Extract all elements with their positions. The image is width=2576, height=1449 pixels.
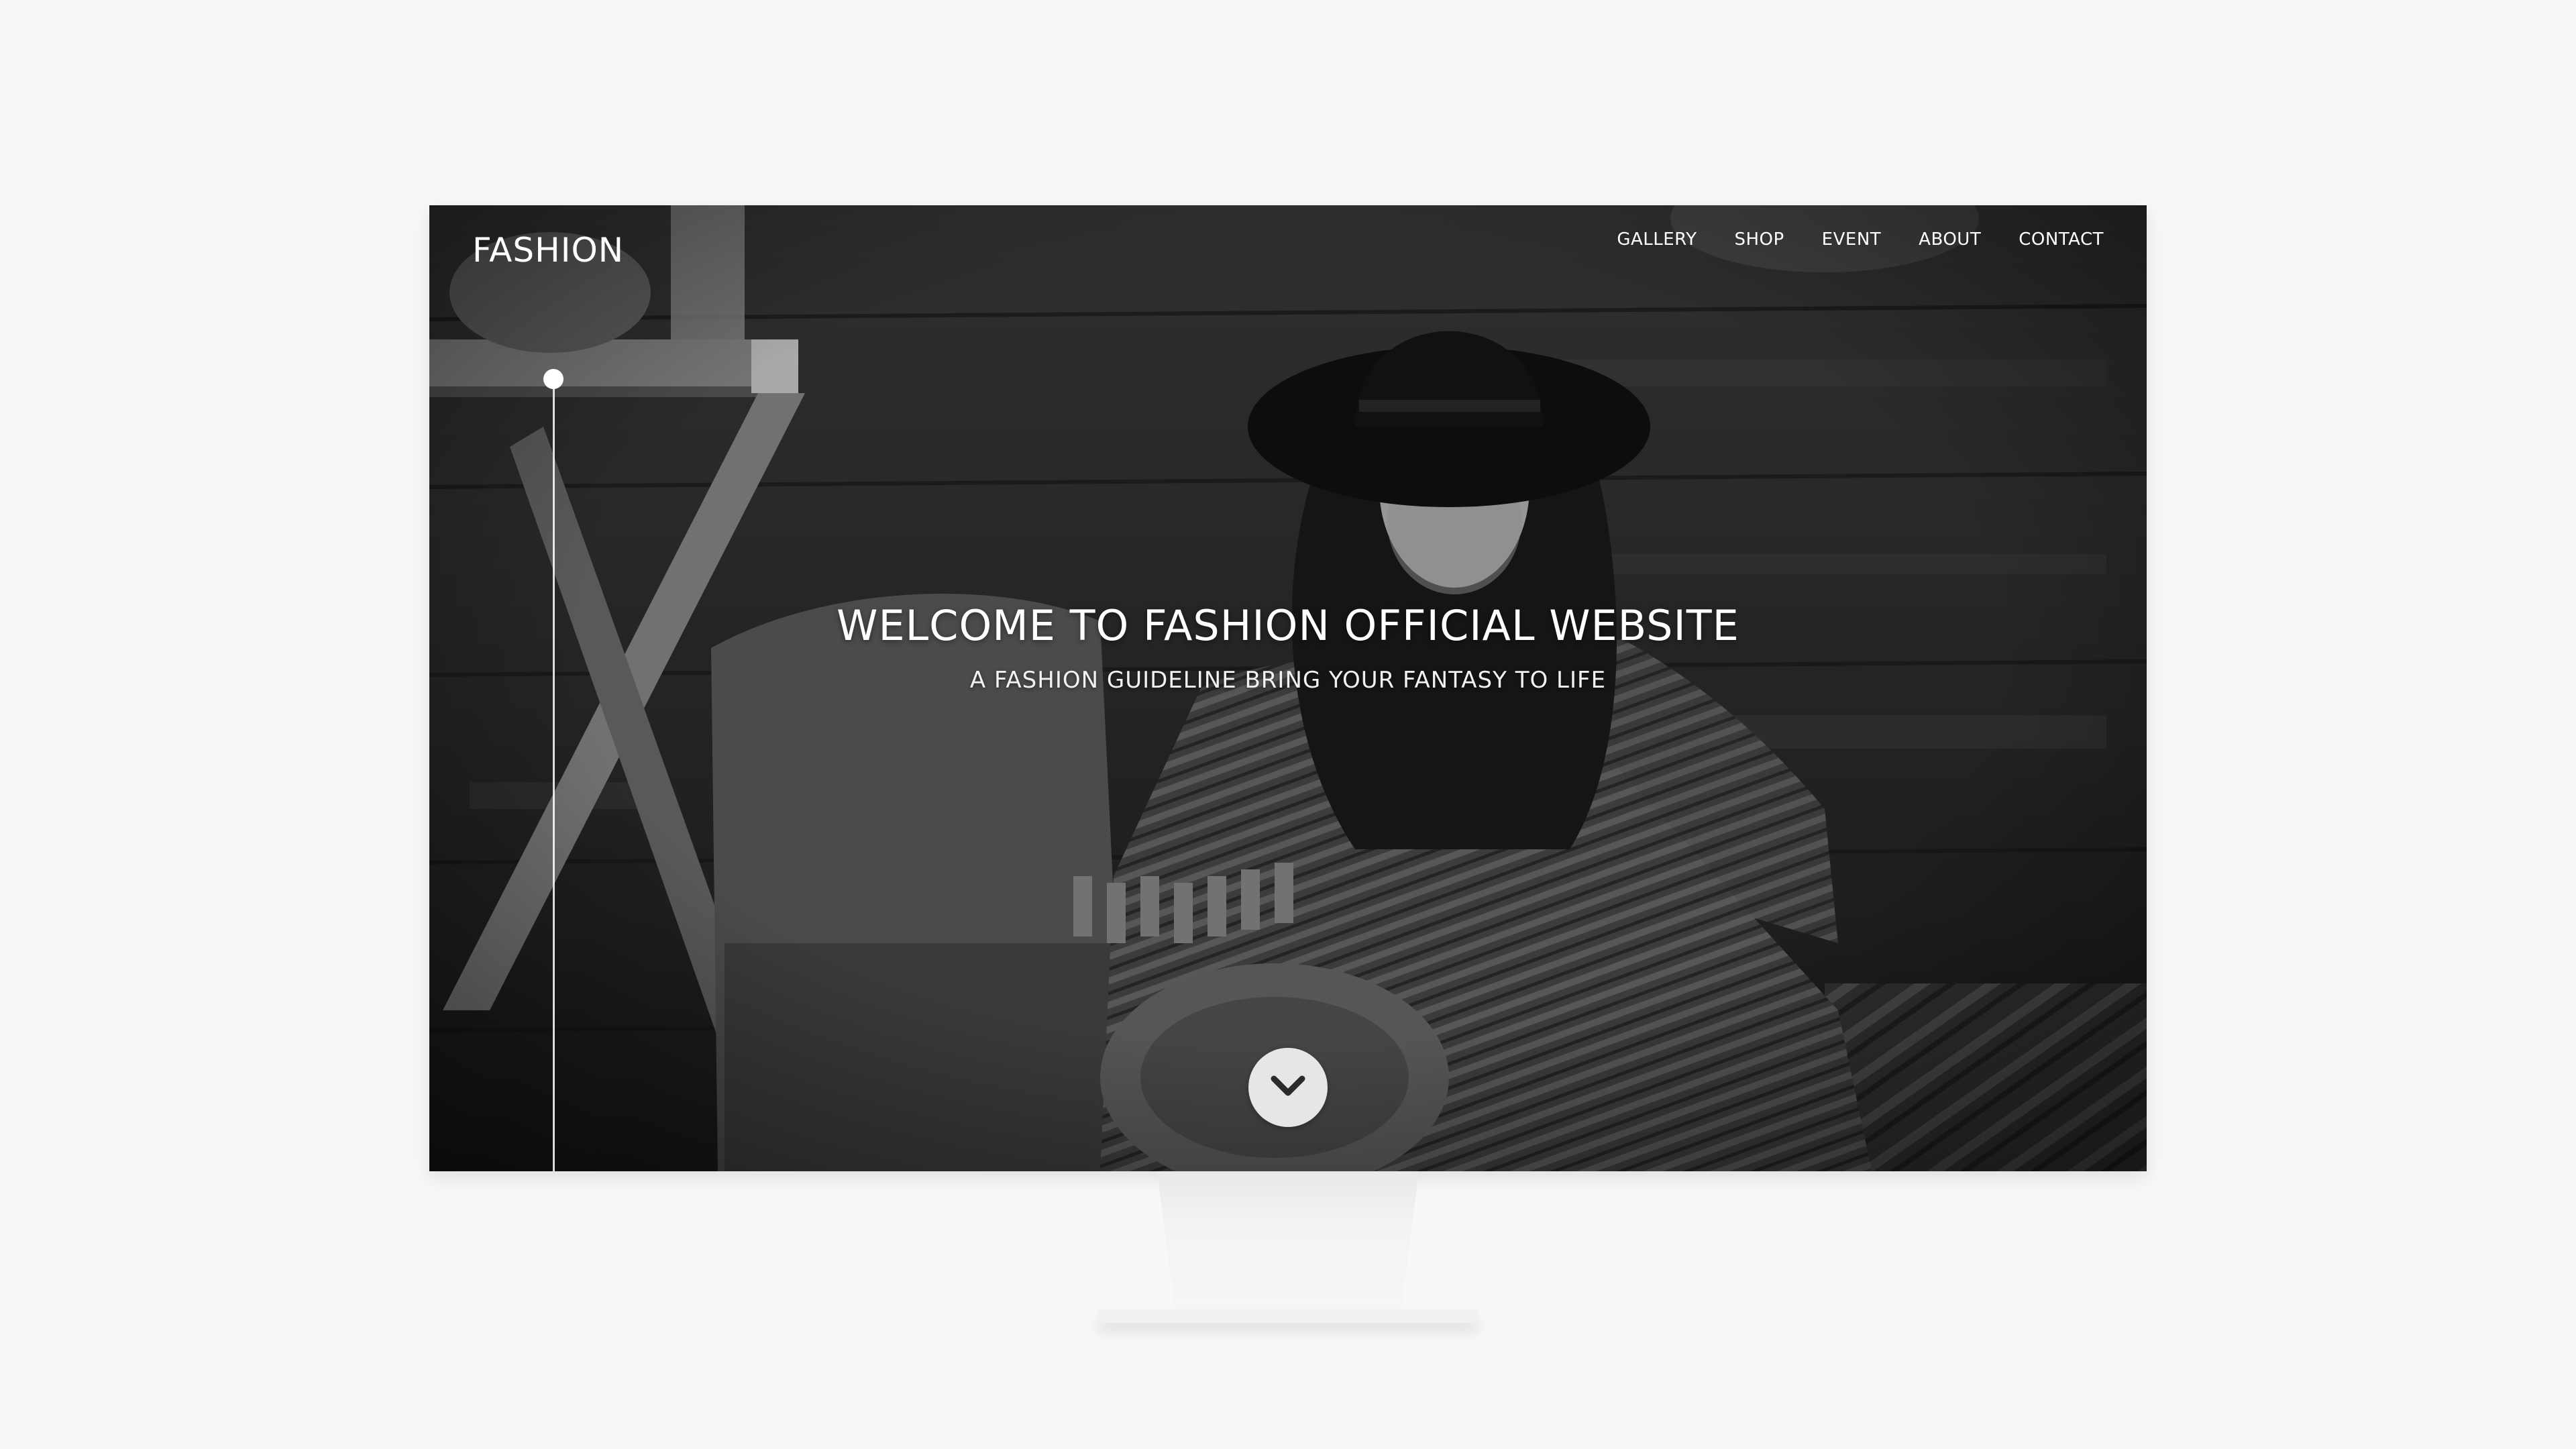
monitor-stand-neck (1157, 1171, 1419, 1316)
hero-subtitle: A FASHION GUIDELINE BRING YOUR FANTASY T… (969, 667, 1607, 694)
nav-contact[interactable]: CONTACT (2019, 229, 2104, 250)
scroll-progress-dot[interactable] (543, 369, 564, 389)
scroll-progress-line (553, 377, 555, 1171)
scroll-down-button[interactable] (1248, 1048, 1328, 1127)
nav-shop[interactable]: SHOP (1734, 229, 1784, 250)
main-nav: GALLERY SHOP EVENT ABOUT CONTACT (1617, 229, 2104, 250)
nav-gallery[interactable]: GALLERY (1617, 229, 1697, 250)
website-screen: FASHION GALLERY SHOP EVENT ABOUT CONTACT… (429, 205, 2147, 1171)
monitor-mockup: FASHION GALLERY SHOP EVENT ABOUT CONTACT… (0, 0, 2576, 1449)
monitor-stand-base (1097, 1309, 1479, 1323)
nav-event[interactable]: EVENT (1822, 229, 1881, 250)
nav-about[interactable]: ABOUT (1919, 229, 1981, 250)
site-logo[interactable]: FASHION (472, 231, 624, 270)
chevron-down-icon (1270, 1075, 1306, 1101)
hero-title: WELCOME TO FASHION OFFICIAL WEBSITE (837, 601, 1739, 650)
